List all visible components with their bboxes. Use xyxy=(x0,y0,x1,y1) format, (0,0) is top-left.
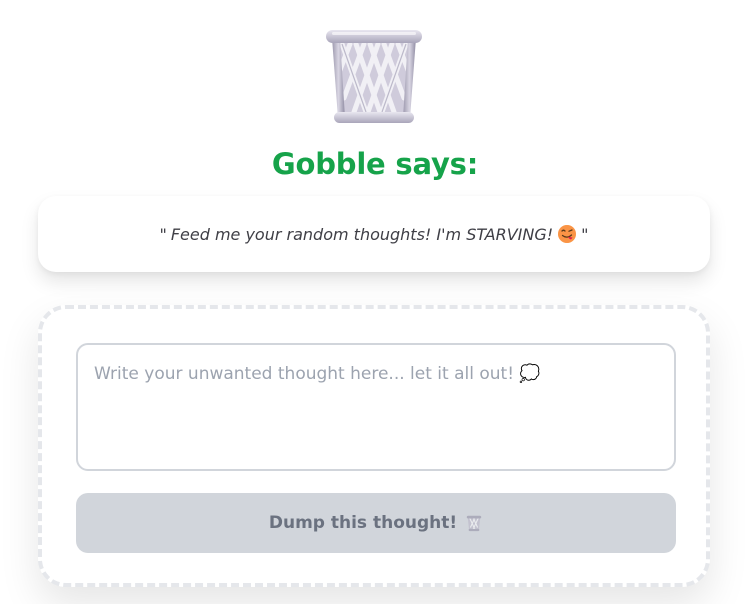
dump-button-label: Dump this thought! xyxy=(268,513,458,533)
thought-form: Dump this thought! xyxy=(38,305,710,587)
speech-bubble: " Feed me your random thoughts! I'm STARV… xyxy=(38,196,710,272)
quote-close: " xyxy=(581,224,589,244)
wastebasket-icon xyxy=(466,515,482,532)
mascot-title: Gobble says: xyxy=(271,147,479,181)
thought-input[interactable] xyxy=(76,343,676,471)
speech-text: Feed me your random thoughts! I'm STARVI… xyxy=(170,224,554,244)
dump-thought-button[interactable]: Dump this thought! xyxy=(76,493,676,553)
speech-quote: " Feed me your random thoughts! I'm STARV… xyxy=(159,224,588,244)
quote-open: " xyxy=(159,224,167,244)
face-with-tongue-icon xyxy=(558,225,577,243)
wastebasket-icon xyxy=(326,30,422,123)
